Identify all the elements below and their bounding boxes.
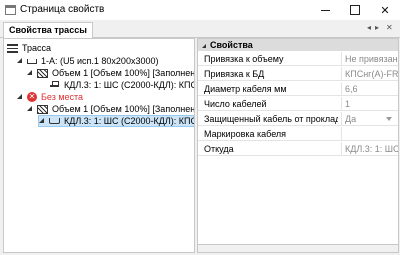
property-value[interactable]: 6,6 xyxy=(345,84,398,94)
tree-item-route[interactable]: Трасса xyxy=(7,42,51,54)
tree-item-label: Без места xyxy=(41,92,84,102)
tree-item-no-place[interactable]: ✕ Без места xyxy=(17,91,83,103)
tree-item-label: Трасса xyxy=(22,43,52,53)
property-grid: Свойства Привязка к объему Не привязан П… xyxy=(197,38,399,253)
property-name: Привязка к объему xyxy=(204,54,284,64)
expand-arrow-icon[interactable] xyxy=(17,94,23,100)
expand-arrow-icon[interactable] xyxy=(17,58,23,64)
property-row[interactable]: Привязка к БД КПСнг(А)-FRHF xyxy=(198,67,398,81)
property-separator xyxy=(341,142,342,156)
property-separator xyxy=(341,67,342,81)
tree-item-tray[interactable]: 1-А: (U5 исп.1 80x200x3000) xyxy=(17,55,158,67)
route-tree[interactable]: Трасса 1-А: (U5 исп.1 80x200x3000) Объем… xyxy=(3,38,195,253)
expand-arrow-icon[interactable] xyxy=(27,70,33,76)
minimize-button[interactable] xyxy=(310,0,340,20)
tray-icon xyxy=(27,58,37,64)
property-name: Маркировка кабеля xyxy=(204,129,287,139)
tree-item-cable-selected[interactable]: КДЛ.3: 1: ШС (С2000-КДЛ): КПСнг(А)-F xyxy=(38,115,194,127)
property-row[interactable]: Защищенный кабель от прокладки... Да xyxy=(198,112,398,126)
property-separator xyxy=(341,112,342,126)
tree-item-label: Объем 1 [Объем 100%] [Заполнение 0%] xyxy=(52,104,195,114)
property-value[interactable]: КПСнг(А)-FRHF xyxy=(345,69,398,79)
close-button[interactable]: ✕ xyxy=(370,0,400,20)
property-value[interactable]: Не привязан xyxy=(345,54,398,64)
cable-icon xyxy=(49,118,60,124)
property-separator xyxy=(341,97,342,111)
property-name: Откуда xyxy=(204,144,234,154)
property-value[interactable]: 1 xyxy=(345,99,398,109)
property-name: Диаметр кабеля мм xyxy=(204,84,287,94)
property-value[interactable]: КДЛ.3: 1: ШС (С xyxy=(345,144,398,154)
tree-item-volume[interactable]: Объем 1 [Объем 100%] [Заполнение 0%] xyxy=(27,103,195,115)
tab-close-icon[interactable]: ✕ xyxy=(386,23,393,32)
property-separator xyxy=(341,82,342,96)
property-name: Привязка к БД xyxy=(204,69,265,79)
property-description-bar xyxy=(198,244,398,252)
maximize-button[interactable] xyxy=(340,0,370,20)
tree-item-label: КДЛ.3: 1: ШС (С2000-КДЛ): КПСнг(А)-F xyxy=(64,116,194,126)
volume-icon xyxy=(37,104,48,114)
property-name: Защищенный кабель от прокладки... xyxy=(204,114,338,124)
cable-icon xyxy=(49,80,60,90)
property-row[interactable]: Число кабелей 1 xyxy=(198,97,398,111)
expand-arrow-icon[interactable] xyxy=(27,106,33,112)
tree-item-label: КДЛ.3: 1: ШС (С2000-КДЛ): КПСнг(А)-F xyxy=(64,80,194,90)
property-row[interactable]: Маркировка кабеля xyxy=(198,127,398,141)
property-row[interactable]: Откуда КДЛ.3: 1: ШС (С xyxy=(198,142,398,156)
properties-window-icon xyxy=(5,5,16,15)
property-separator xyxy=(341,52,342,66)
tab-route-properties[interactable]: Свойства трассы xyxy=(3,22,93,39)
property-name: Число кабелей xyxy=(204,99,267,109)
window-title: Страница свойств xyxy=(20,4,105,15)
tree-item-label: Объем 1 [Объем 100%] [Заполнение 0%] xyxy=(52,68,195,78)
error-icon: ✕ xyxy=(27,92,37,102)
title-bar: Страница свойств ✕ xyxy=(0,0,400,20)
tab-scroll-left-icon[interactable]: ◂ xyxy=(367,23,371,32)
tab-strip: Свойства трассы ◂ ▸ ✕ xyxy=(0,20,400,39)
property-row[interactable]: Диаметр кабеля мм 6,6 xyxy=(198,82,398,96)
property-row[interactable]: Привязка к объему Не привязан xyxy=(198,52,398,66)
trassa-icon xyxy=(7,43,18,53)
properties-window: Страница свойств ✕ Свойства трассы ◂ ▸ ✕… xyxy=(0,0,400,255)
property-section-header[interactable]: Свойства xyxy=(198,39,398,51)
tree-item-cable[interactable]: КДЛ.3: 1: ШС (С2000-КДЛ): КПСнг(А)-F xyxy=(49,79,194,91)
volume-icon xyxy=(37,68,48,78)
property-separator xyxy=(341,127,342,141)
dropdown-arrow-icon[interactable] xyxy=(386,117,392,121)
tree-item-label: 1-А: (U5 исп.1 80x200x3000) xyxy=(41,56,159,66)
expand-arrow-icon[interactable] xyxy=(39,118,45,124)
tree-item-volume[interactable]: Объем 1 [Объем 100%] [Заполнение 0%] xyxy=(27,67,195,79)
tab-scroll-right-icon[interactable]: ▸ xyxy=(375,23,379,32)
